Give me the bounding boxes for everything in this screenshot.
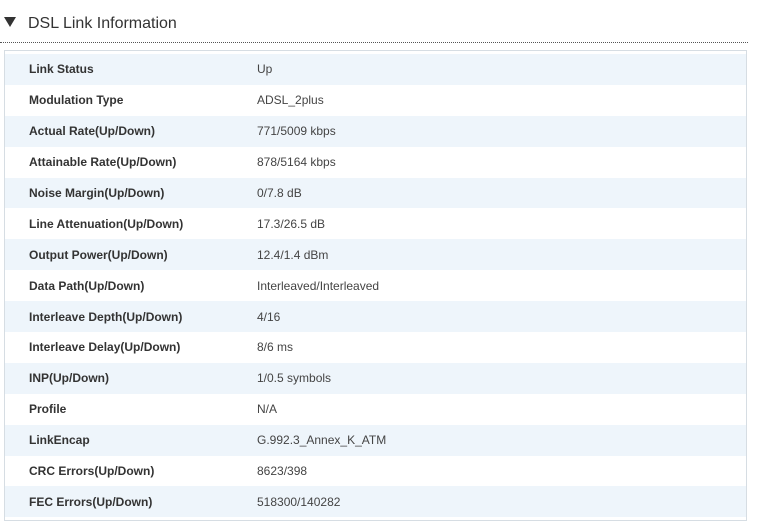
row-value: N/A <box>257 393 746 425</box>
table-row: Line Attenuation(Up/Down) 17.3/26.5 dB <box>5 208 746 240</box>
table-row: Link Status Up <box>5 54 746 85</box>
row-label: Noise Margin(Up/Down) <box>5 177 257 209</box>
table-row: Interleave Depth(Up/Down) 4/16 <box>5 301 746 333</box>
row-label: INP(Up/Down) <box>5 362 257 394</box>
table-row: LinkEncap G.992.3_Annex_K_ATM <box>5 424 746 456</box>
row-value: 518300/140282 <box>257 486 746 518</box>
table-row: Data Path(Up/Down) Interleaved/Interleave… <box>5 270 746 302</box>
table-row: Modulation Type ADSL_2plus <box>5 84 746 116</box>
dsl-info-table: Link Status Up Modulation Type ADSL_2plus Ac… <box>5 54 746 518</box>
row-value: 4/16 <box>257 301 746 333</box>
row-label: Profile <box>5 393 257 425</box>
dsl-info-panel: Link Status Up Modulation Type ADSL_2plus Ac… <box>4 50 747 522</box>
table-row: INP(Up/Down) 1/0.5 symbols <box>5 362 746 394</box>
row-value: 8623/398 <box>257 455 746 487</box>
row-label: CRC Errors(Up/Down) <box>5 455 257 487</box>
table-row: CRC Errors(Up/Down) 8623/398 <box>5 455 746 487</box>
row-value: 771/5009 kbps <box>257 115 746 147</box>
table-row: Noise Margin(Up/Down) 0/7.8 dB <box>5 177 746 209</box>
table-row: Actual Rate(Up/Down) 771/5009 kbps <box>5 115 746 147</box>
row-value: G.992.3_Annex_K_ATM <box>257 424 746 456</box>
table-row: Output Power(Up/Down) 12.4/1.4 dBm <box>5 239 746 271</box>
row-label: Interleave Depth(Up/Down) <box>5 301 257 333</box>
row-value: ADSL_2plus <box>257 84 746 116</box>
row-label: Interleave Delay(Up/Down) <box>5 332 257 363</box>
row-label: Data Path(Up/Down) <box>5 270 257 302</box>
row-label: FEC Errors(Up/Down) <box>5 486 257 518</box>
row-value: Interleaved/Interleaved <box>257 270 746 302</box>
section-header[interactable]: DSL Link Information <box>0 0 748 43</box>
table-row: Interleave Delay(Up/Down) 8/6 ms <box>5 332 746 363</box>
row-value: 1/0.5 symbols <box>257 362 746 394</box>
row-label: Modulation Type <box>5 84 257 116</box>
row-value: 17.3/26.5 dB <box>257 208 746 240</box>
table-row: Attainable Rate(Up/Down) 878/5164 kbps <box>5 146 746 178</box>
section-title: DSL Link Information <box>28 15 177 32</box>
row-value: 878/5164 kbps <box>257 146 746 178</box>
row-value: 12.4/1.4 dBm <box>257 239 746 271</box>
row-value: 0/7.8 dB <box>257 177 746 209</box>
row-label: Actual Rate(Up/Down) <box>5 115 257 147</box>
row-value: Up <box>257 54 746 85</box>
row-label: Link Status <box>5 54 257 85</box>
row-value: 8/6 ms <box>257 332 746 363</box>
row-label: Output Power(Up/Down) <box>5 239 257 271</box>
row-label: Attainable Rate(Up/Down) <box>5 146 257 178</box>
row-label: Line Attenuation(Up/Down) <box>5 208 257 240</box>
table-row: Profile N/A <box>5 393 746 425</box>
row-label: LinkEncap <box>5 424 257 456</box>
table-row: FEC Errors(Up/Down) 518300/140282 <box>5 486 746 518</box>
triangle-down-icon[interactable] <box>4 17 16 27</box>
